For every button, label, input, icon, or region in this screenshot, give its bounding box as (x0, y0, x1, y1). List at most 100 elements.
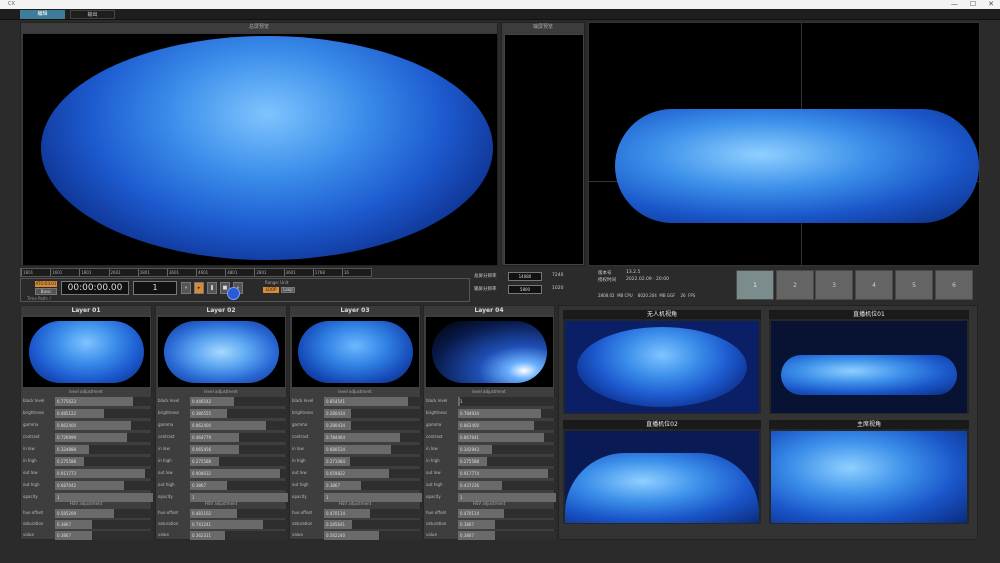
timeline-ruler[interactable]: 1801 1601 1801 2601 2801 3601 4601 4801 … (20, 268, 372, 277)
timecode-field[interactable]: 00:00:00.00 (61, 281, 129, 295)
slider-track[interactable]: 0.3867 (55, 531, 153, 540)
slider-track[interactable]: 0.324888 (55, 445, 153, 454)
slider-track[interactable]: 1 (458, 397, 556, 406)
slider-value: 0.3867 (57, 522, 71, 527)
slider-track[interactable]: 0.437236 (458, 481, 556, 490)
slider-label: black level (292, 398, 314, 403)
slider-track[interactable]: 0.680534 (324, 445, 422, 454)
slider-track[interactable]: 0.659822 (324, 469, 422, 478)
view-cam02-screen (565, 453, 759, 523)
tab-output[interactable]: 输出 (70, 10, 115, 19)
slider-track[interactable]: 0.446542 (190, 397, 288, 406)
close-button[interactable]: ✕ (988, 0, 994, 8)
layer-thumbnail[interactable] (23, 317, 150, 387)
slider-track[interactable]: 0.585209 (55, 509, 153, 518)
slider-row: out low 0.659822 (292, 469, 422, 478)
hsv-heading: HSV adjustment (338, 501, 372, 506)
slider-track[interactable]: 0.784464 (324, 433, 422, 442)
slider-track[interactable]: 0.481102 (190, 509, 288, 518)
slider-row: in low 0.324888 (23, 445, 153, 454)
slider-track[interactable]: 0.726999 (55, 433, 153, 442)
view-drone[interactable]: 无人机视角 (562, 309, 762, 415)
slider-track[interactable]: 0.862400 (458, 421, 556, 430)
sync-label: Range: Unit (265, 280, 289, 285)
scene-button-1[interactable]: 1 (736, 270, 774, 300)
slider-row: out high 0.3867 (158, 481, 288, 490)
slider-track[interactable]: 0.3867 (55, 520, 153, 529)
scene-button-4[interactable]: 4 (855, 270, 893, 300)
slider-track[interactable]: 0.275588 (190, 457, 288, 466)
slider-track[interactable]: 0.3867 (458, 520, 556, 529)
layer-thumbnail[interactable] (158, 317, 285, 387)
slider-track[interactable]: 0.285641 (324, 520, 422, 529)
slider-value: 0.3867 (192, 483, 206, 488)
tab-edit[interactable]: 编辑 (20, 10, 65, 19)
view-cam01-title: 直播机位01 (769, 310, 969, 319)
slider-track[interactable]: 0.380555 (190, 409, 288, 418)
slider-track[interactable]: 0.911773 (55, 469, 153, 478)
layer-thumbnail[interactable] (292, 317, 419, 387)
slider-track[interactable]: 0.470114 (324, 509, 422, 518)
scene-button-2[interactable]: 2 (776, 270, 814, 300)
view-main[interactable]: 主席视角 (768, 419, 970, 525)
slider-track[interactable]: 0.562240 (324, 531, 422, 540)
layer-thumbnail[interactable] (426, 317, 553, 387)
version-value: 13.2.5 (626, 270, 641, 275)
slider-track[interactable]: 0.280434 (324, 409, 422, 418)
total-res-width[interactable]: 14080 (508, 272, 542, 281)
slider-label: in low (292, 446, 304, 451)
slider-label: hue offset (292, 510, 313, 515)
slider-track[interactable]: 0.470114 (458, 509, 556, 518)
slider-label: brightness (23, 410, 45, 415)
view-cam02[interactable]: 直播机位02 (562, 419, 762, 525)
play-button[interactable]: ▸ (194, 282, 204, 294)
slider-value: 0.275588 (460, 459, 480, 464)
slider-track[interactable]: 0.342943 (458, 445, 556, 454)
slider-track[interactable]: 0.862400 (55, 421, 153, 430)
slider-track[interactable]: 0.275588 (458, 457, 556, 466)
slider-row: brightness 0.784934 (426, 409, 556, 418)
slider-row: hue offset 0.470114 (426, 509, 556, 518)
slider-track[interactable]: 0.687042 (55, 481, 153, 490)
slider-track[interactable]: 0.3867 (324, 481, 422, 490)
slider-track[interactable]: 0.741241 (190, 520, 288, 529)
slider-label: contrast (158, 434, 175, 439)
scene-button-6[interactable]: 6 (935, 270, 973, 300)
slider-track[interactable]: 0.275588 (55, 457, 153, 466)
slider-track[interactable]: 0.862400 (190, 421, 288, 430)
slider-track[interactable]: 0.867641 (458, 433, 556, 442)
slider-track[interactable]: 0.362311 (190, 531, 288, 540)
slider-track[interactable]: 0.280434 (324, 421, 422, 430)
slider-track[interactable]: 0.464779 (190, 433, 288, 442)
total-preview-canvas[interactable] (23, 34, 497, 265)
minimize-button[interactable]: — (951, 0, 958, 8)
maximize-button[interactable]: ☐ (970, 0, 976, 8)
output-res-width[interactable]: 5800 (508, 285, 542, 294)
slider-track[interactable]: 0.908032 (190, 469, 288, 478)
3d-viewport[interactable] (588, 22, 981, 267)
mode-button[interactable]: Basic (35, 288, 57, 295)
slider-value: 0.854541 (326, 399, 346, 404)
output-preview-canvas[interactable] (504, 34, 584, 265)
slider-track[interactable]: 0.3867 (190, 481, 288, 490)
slider-label: contrast (292, 434, 309, 439)
loop-button[interactable]: LOOP (263, 287, 279, 293)
scene-button-5[interactable]: 5 (895, 270, 933, 300)
slider-track[interactable]: 0.854541 (324, 397, 422, 406)
frame-field[interactable]: 1 (133, 281, 177, 295)
slider-row: contrast 0.464779 (158, 433, 288, 442)
slider-track[interactable]: 0.784934 (458, 409, 556, 418)
view-cam01[interactable]: 直播机位01 (768, 309, 970, 415)
scene-button-3[interactable]: 3 (815, 270, 853, 300)
slider-track[interactable]: 0.485122 (55, 409, 153, 418)
pause-button[interactable]: ❚ (207, 282, 217, 294)
slider-track[interactable]: 0.271084 (324, 457, 422, 466)
loop-toggle[interactable]: Loop (281, 287, 295, 293)
rewind-button[interactable]: « (181, 282, 191, 294)
slider-row: gamma 0.862400 (426, 421, 556, 430)
slider-track[interactable]: 0.3867 (458, 531, 556, 540)
slider-track[interactable]: 0.775623 (55, 397, 153, 406)
slider-value: 0.280434 (326, 411, 346, 416)
slider-track[interactable]: 0.065456 (190, 445, 288, 454)
slider-track[interactable]: 0.917774 (458, 469, 556, 478)
